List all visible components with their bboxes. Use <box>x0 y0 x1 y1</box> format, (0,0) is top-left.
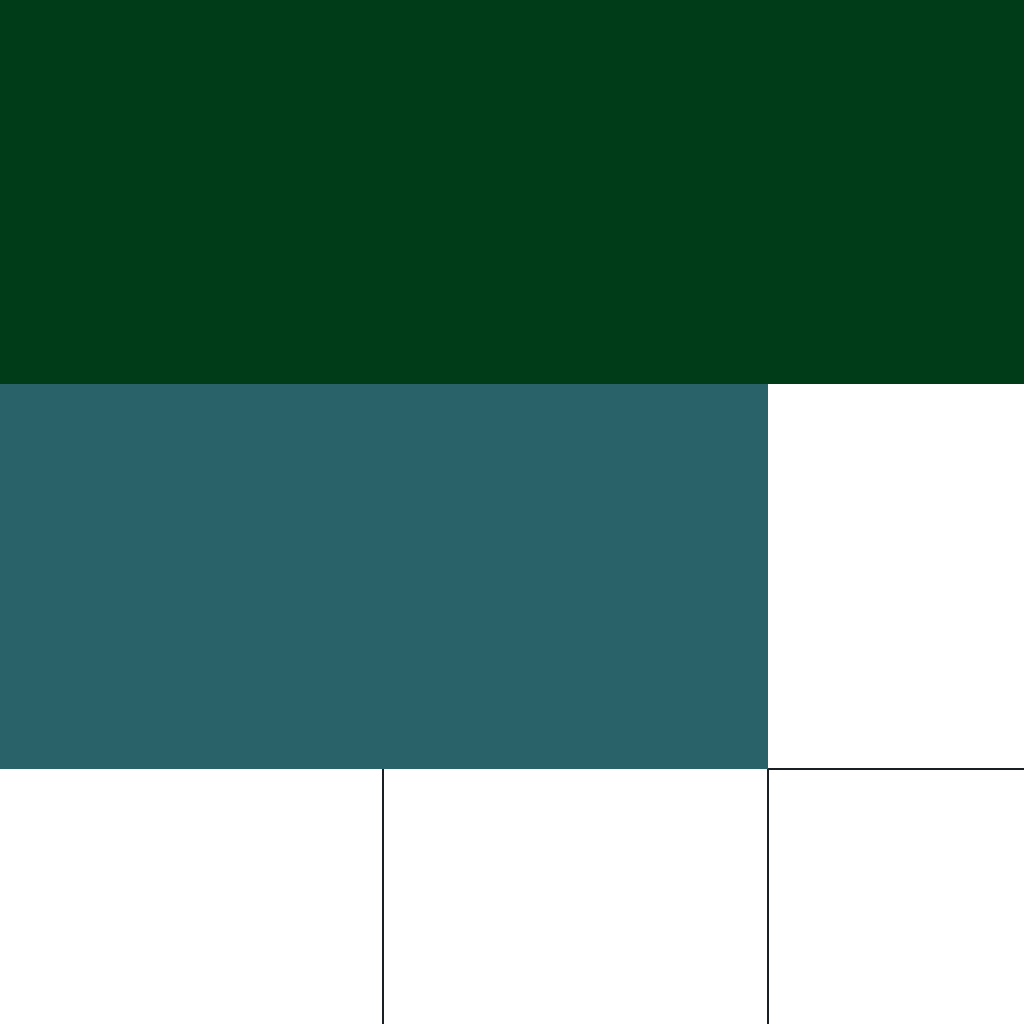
canvas <box>0 0 1024 1024</box>
grid-line-vertical-left <box>382 769 384 1024</box>
grid-cell-bottom-right <box>769 770 1024 1024</box>
top-green-block <box>0 0 1024 384</box>
grid-cell-bottom-left <box>0 770 382 1024</box>
grid-cell-bottom-middle <box>384 770 767 1024</box>
right-empty-block <box>768 384 1024 769</box>
grid-line-horizontal <box>768 768 1024 770</box>
middle-teal-block <box>0 384 768 769</box>
grid-line-vertical-right <box>767 769 769 1024</box>
